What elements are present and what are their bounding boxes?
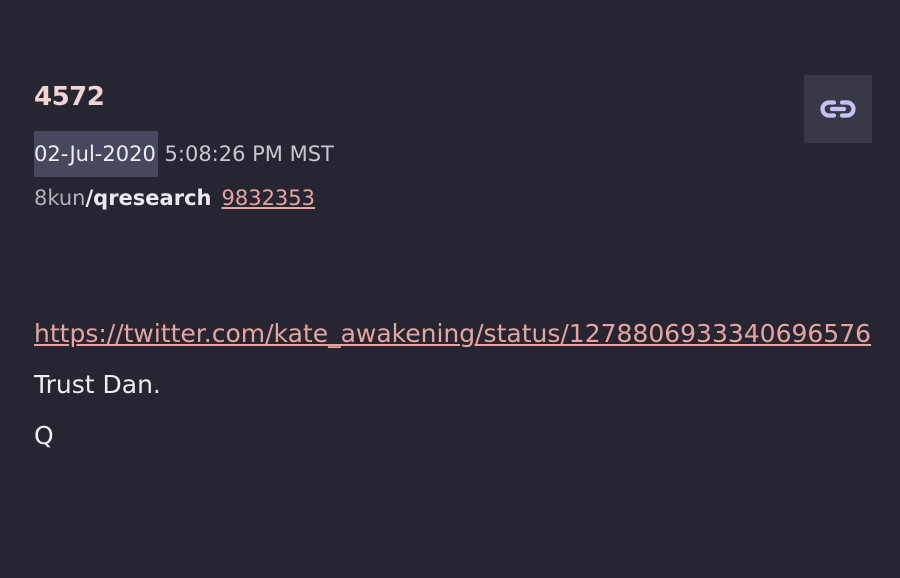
post-number: 4572 xyxy=(34,82,105,112)
source-board: /qresearch xyxy=(85,186,212,210)
link-icon xyxy=(820,100,856,118)
source-post-link[interactable]: 9832353 xyxy=(221,186,315,210)
post-signature: Q xyxy=(34,421,54,450)
post-card: 4572 02-Jul-2020 5:08:26 PM MST 8kun/qre… xyxy=(0,0,900,578)
post-time: 5:08:26 PM MST xyxy=(164,142,334,166)
tweet-url-link[interactable]: https://twitter.com/kate_awakening/statu… xyxy=(34,308,874,359)
post-timestamp: 02-Jul-2020 5:08:26 PM MST xyxy=(34,131,334,177)
post-date: 02-Jul-2020 xyxy=(34,131,158,177)
source-site: 8kun xyxy=(34,186,86,210)
copy-link-button[interactable] xyxy=(804,75,872,143)
post-body-line-1: Trust Dan. xyxy=(34,370,161,399)
post-source: 8kun/qresearch 9832353 xyxy=(34,186,315,210)
post-body: https://twitter.com/kate_awakening/statu… xyxy=(34,308,874,461)
